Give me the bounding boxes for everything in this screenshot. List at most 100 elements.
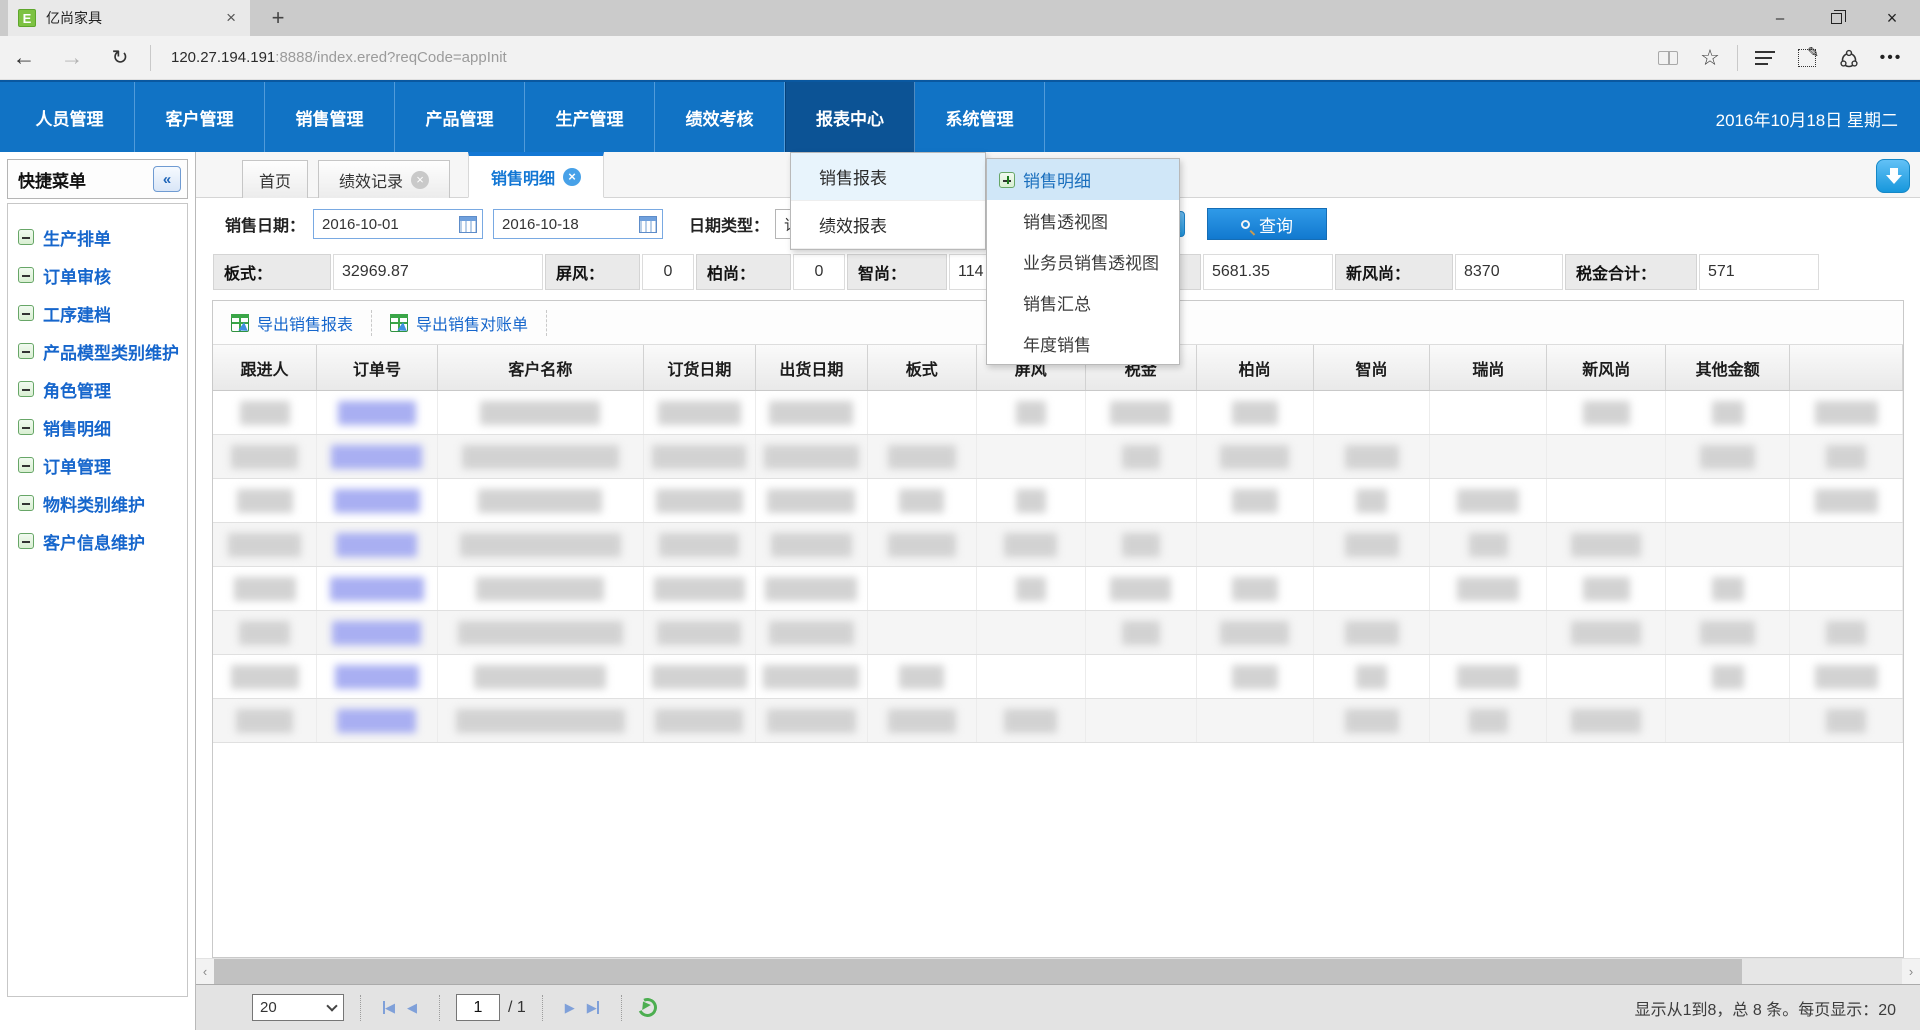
column-header-10[interactable]: 智尚 (1314, 345, 1431, 390)
scrollbar-track[interactable] (214, 959, 1902, 984)
submenu-item-1[interactable]: 销售明细 (987, 159, 1179, 200)
table-row[interactable] (213, 435, 1903, 479)
web-note-button[interactable] (1786, 42, 1828, 74)
refresh-button[interactable]: ↻ (96, 45, 144, 70)
reading-view-button[interactable] (1647, 42, 1689, 74)
nav-item-2[interactable]: 客户管理 (135, 82, 265, 152)
stat-label-2: 屏风： (545, 254, 640, 290)
menu-item-2[interactable]: 绩效报表 (791, 201, 985, 249)
minimize-button[interactable]: – (1752, 0, 1808, 36)
table-row[interactable] (213, 567, 1903, 611)
more-button[interactable]: ••• (1870, 42, 1912, 74)
nav-item-7[interactable]: 报表中心 (785, 82, 915, 152)
tab-close-icon[interactable]: × (411, 171, 429, 189)
pager-divider (621, 995, 622, 1021)
horizontal-scrollbar[interactable]: ‹ › (196, 958, 1920, 984)
export-statement-button[interactable]: 导出销售对账单 (372, 308, 546, 338)
last-page-button[interactable]: ▶ (587, 1000, 599, 1016)
submenu-item-3[interactable]: 业务员销售透视图 (987, 241, 1179, 282)
scrollbar-thumb[interactable] (214, 959, 1742, 984)
table-cell (1790, 479, 1903, 522)
column-header-12[interactable]: 新风尚 (1547, 345, 1666, 390)
submenu-item-5[interactable]: 年度销售 (987, 323, 1179, 364)
forward-button[interactable]: → (48, 44, 96, 71)
menu-item-1[interactable]: 销售报表 (791, 153, 985, 201)
column-header-9[interactable]: 柏尚 (1197, 345, 1314, 390)
page-size-select[interactable]: 20 (252, 994, 344, 1021)
sidebar-item-9[interactable]: 客户信息维护 (8, 522, 187, 560)
nav-item-4[interactable]: 产品管理 (395, 82, 525, 152)
browser-tab-title: 亿尚家具 (46, 8, 212, 28)
sidebar-item-3[interactable]: 工序建档 (8, 294, 187, 332)
export-sales-report-button[interactable]: 导出销售报表 (213, 308, 371, 338)
sidebar-item-7[interactable]: 订单管理 (8, 446, 187, 484)
query-button[interactable]: 查询 (1207, 208, 1327, 240)
tab-1[interactable]: 首页 (242, 160, 308, 198)
table-cell (1666, 523, 1790, 566)
submenu-item-2[interactable]: 销售透视图 (987, 200, 1179, 241)
toolbar-divider (546, 310, 547, 336)
grid-refresh-button[interactable] (635, 995, 659, 1019)
close-button[interactable]: × (1864, 0, 1920, 36)
next-page-button[interactable]: ▶ (565, 1000, 575, 1016)
table-row[interactable] (213, 611, 1903, 655)
column-header-3[interactable]: 客户名称 (438, 345, 644, 390)
nav-item-8[interactable]: 系统管理 (915, 82, 1045, 152)
column-header-2[interactable]: 订单号 (317, 345, 438, 390)
table-row[interactable] (213, 655, 1903, 699)
tree-minus-icon (18, 381, 34, 397)
favorites-button[interactable]: ☆ (1689, 42, 1731, 74)
table-cell (213, 435, 317, 478)
censored-value (652, 445, 746, 469)
sidebar-item-5[interactable]: 角色管理 (8, 370, 187, 408)
table-row[interactable] (213, 699, 1903, 743)
scroll-right-arrow[interactable]: › (1902, 959, 1920, 984)
table-row[interactable] (213, 523, 1903, 567)
back-button[interactable]: ← (0, 44, 48, 71)
nav-item-5[interactable]: 生产管理 (525, 82, 655, 152)
tab-close-icon[interactable]: × (222, 8, 240, 28)
tab-3[interactable]: 销售明细× (468, 152, 604, 198)
column-header-empty[interactable] (1790, 345, 1903, 390)
calendar-icon[interactable] (459, 216, 477, 233)
stat-label-1: 板式： (213, 254, 331, 290)
hub-button[interactable] (1744, 42, 1786, 74)
calendar-icon[interactable] (639, 216, 657, 233)
tab-close-icon[interactable]: × (563, 168, 581, 186)
page-number-input[interactable]: 1 (456, 994, 500, 1021)
column-header-11[interactable]: 瑞尚 (1430, 345, 1547, 390)
browser-tab[interactable]: E 亿尚家具 × (8, 0, 250, 36)
url-field[interactable]: 120.27.194.191:8888/index.ered?reqCode=a… (171, 49, 1647, 66)
prev-page-button[interactable]: ◀ (407, 1000, 417, 1016)
table-row[interactable] (213, 391, 1903, 435)
sidebar-item-4[interactable]: 产品模型类别维护 (8, 332, 187, 370)
submenu-item-4[interactable]: 销售汇总 (987, 282, 1179, 323)
nav-item-3[interactable]: 销售管理 (265, 82, 395, 152)
nav-item-6[interactable]: 绩效考核 (655, 82, 785, 152)
tab-overflow-button[interactable] (1876, 159, 1910, 193)
column-header-5[interactable]: 出货日期 (756, 345, 868, 390)
restore-button[interactable] (1808, 0, 1864, 36)
sidebar-item-2[interactable]: 订单审核 (8, 256, 187, 294)
nav-item-1[interactable]: 人员管理 (5, 82, 135, 152)
column-header-6[interactable]: 板式 (868, 345, 977, 390)
date-to-input[interactable]: 2016-10-18 (493, 209, 663, 239)
sidebar-collapse-button[interactable]: « (153, 166, 181, 192)
tab-2[interactable]: 绩效记录× (318, 160, 450, 198)
sidebar-item-1[interactable]: 生产排单 (8, 218, 187, 256)
share-button[interactable] (1828, 42, 1870, 74)
censored-value (1700, 621, 1755, 645)
sidebar-item-8[interactable]: 物料类别维护 (8, 484, 187, 522)
first-page-button[interactable]: ◀ (383, 1000, 395, 1016)
table-row[interactable] (213, 479, 1903, 523)
censored-value (1016, 401, 1046, 425)
column-header-13[interactable]: 其他金额 (1666, 345, 1790, 390)
sidebar-item-6[interactable]: 销售明细 (8, 408, 187, 446)
scroll-left-arrow[interactable]: ‹ (196, 959, 214, 984)
column-header-4[interactable]: 订货日期 (644, 345, 756, 390)
censored-value (769, 401, 853, 425)
column-header-1[interactable]: 跟进人 (213, 345, 317, 390)
new-tab-button[interactable]: + (258, 0, 298, 36)
date-from-input[interactable]: 2016-10-01 (313, 209, 483, 239)
table-cell (1547, 523, 1666, 566)
